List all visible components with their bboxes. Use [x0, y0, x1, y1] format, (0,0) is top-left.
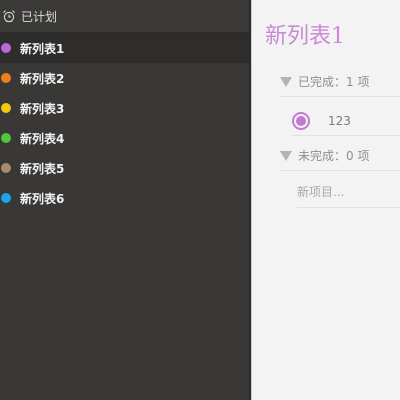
list-color-dot — [1, 43, 11, 53]
sidebar-header-label: 已计划 — [21, 9, 58, 24]
list-color-dot — [1, 73, 11, 83]
list-color-dot — [1, 163, 11, 173]
task-row: 123 — [292, 106, 400, 136]
new-item-input[interactable] — [297, 184, 400, 199]
sidebar-item-list-2[interactable]: 新列表2 — [0, 63, 249, 93]
sidebar-item-list-3[interactable]: 新列表3 — [0, 93, 249, 123]
main-panel: 新列表1 已完成：1 项 123 未完成：0 项 — [251, 0, 400, 400]
list-label: 新列表5 — [20, 161, 65, 176]
list-label: 新列表4 — [20, 131, 65, 146]
sidebar-item-scheduled[interactable]: 已计划 — [0, 0, 249, 33]
checkbox-fill — [296, 115, 306, 126]
list-label: 新列表2 — [20, 71, 65, 86]
list-container: 新列表1 新列表2 新列表3 新列表4 新列表5 新列表6 — [0, 33, 249, 213]
completed-count-label: 已完成：1 项 — [298, 75, 370, 89]
sidebar-item-list-4[interactable]: 新列表4 — [0, 123, 249, 153]
incomplete-section-header[interactable]: 未完成：0 项 — [280, 141, 400, 171]
sidebar: 已计划 新列表1 新列表2 新列表3 新列表4 新列表5 新列表6 — [0, 0, 250, 400]
task-checkbox[interactable] — [292, 111, 310, 130]
list-color-dot — [1, 133, 11, 143]
incomplete-count-label: 未完成：0 项 — [298, 149, 370, 163]
list-label: 新列表1 — [20, 41, 65, 56]
list-label: 新列表3 — [20, 101, 65, 116]
triangle-down-icon — [280, 76, 292, 87]
task-text[interactable]: 123 — [328, 114, 351, 128]
alarm-clock-icon — [3, 10, 15, 23]
list-color-dot — [1, 193, 11, 203]
list-label: 新列表6 — [20, 191, 65, 206]
triangle-down-icon — [280, 150, 292, 161]
sidebar-item-list-5[interactable]: 新列表5 — [0, 153, 249, 183]
new-item-row — [297, 176, 400, 208]
sidebar-item-list-6[interactable]: 新列表6 — [0, 183, 249, 213]
sidebar-item-list-1[interactable]: 新列表1 — [0, 33, 249, 63]
page-title: 新列表1 — [265, 24, 345, 49]
completed-section-header[interactable]: 已完成：1 项 — [280, 67, 400, 97]
list-color-dot — [1, 103, 11, 113]
